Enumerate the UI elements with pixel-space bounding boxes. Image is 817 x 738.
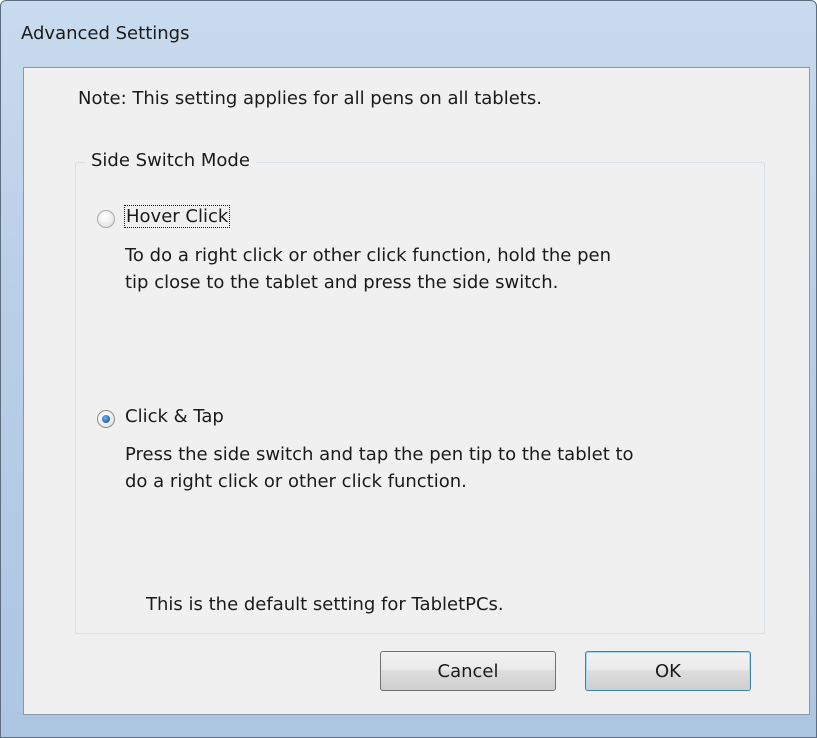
- group-label: Side Switch Mode: [85, 150, 256, 171]
- default-setting-note: This is the default setting for TabletPC…: [146, 594, 504, 615]
- ok-button[interactable]: OK: [585, 651, 751, 691]
- description-line: To do a right click or other click funct…: [125, 245, 611, 266]
- dialog-window: Advanced Settings Note: This setting app…: [0, 0, 817, 738]
- click-and-tap-label[interactable]: Click & Tap: [125, 406, 224, 427]
- side-switch-mode-group: [75, 162, 765, 634]
- title-bar[interactable]: Advanced Settings: [1, 1, 816, 69]
- description-line: do a right click or other click function…: [125, 471, 467, 492]
- hover-click-radio[interactable]: [97, 210, 115, 228]
- click-and-tap-label-text: Click & Tap: [125, 406, 224, 427]
- note-text: Note: This setting applies for all pens …: [78, 88, 542, 109]
- description-line: tip close to the tablet and press the si…: [125, 272, 559, 293]
- window-title: Advanced Settings: [21, 23, 190, 44]
- hover-click-description: To do a right click or other click funct…: [125, 242, 745, 296]
- description-line: Press the side switch and tap the pen ti…: [125, 444, 634, 465]
- click-and-tap-radio[interactable]: [97, 410, 115, 428]
- hover-click-label-text: Hover Click: [123, 205, 231, 228]
- dialog-content: Note: This setting applies for all pens …: [23, 67, 810, 715]
- radio-selected-dot: [102, 415, 110, 423]
- hover-click-label[interactable]: Hover Click: [123, 205, 231, 228]
- click-and-tap-description: Press the side switch and tap the pen ti…: [125, 441, 745, 495]
- cancel-button[interactable]: Cancel: [380, 651, 556, 691]
